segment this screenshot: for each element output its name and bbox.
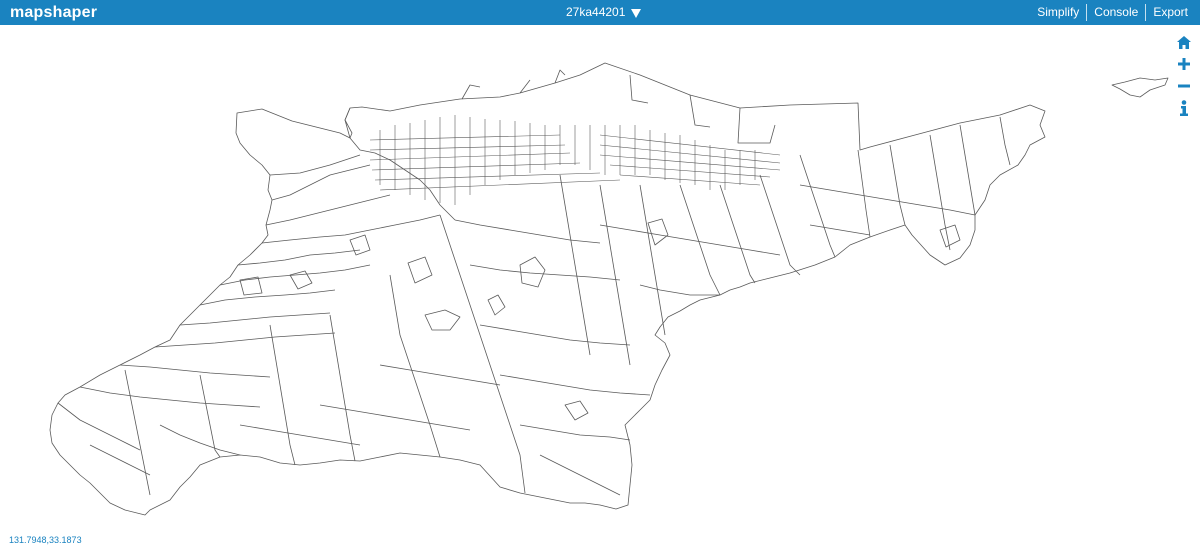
cursor-coordinates: 131.7948,33.1873 [9, 535, 82, 545]
map-canvas[interactable] [0, 25, 1200, 551]
island-outline [1111, 77, 1169, 98]
caret-down-icon [631, 8, 642, 18]
plus-icon[interactable] [1176, 56, 1192, 72]
region-outline [49, 62, 1046, 516]
layer-name: 27ka44201 [566, 5, 626, 19]
map-polygons[interactable] [0, 25, 1200, 551]
layer-selector[interactable]: 27ka44201 [566, 5, 642, 20]
main-menu: Simplify Console Export [1030, 4, 1200, 21]
map-nav-buttons [1176, 34, 1192, 122]
minus-icon[interactable] [1176, 78, 1192, 94]
app-logo: mapshaper [10, 4, 98, 21]
info-icon[interactable] [1176, 100, 1192, 116]
export-button[interactable]: Export [1145, 4, 1200, 21]
home-icon[interactable] [1176, 34, 1192, 50]
console-button[interactable]: Console [1086, 4, 1145, 21]
simplify-button[interactable]: Simplify [1030, 4, 1086, 21]
top-bar: mapshaper 27ka44201 Simplify Console Exp… [0, 0, 1200, 25]
